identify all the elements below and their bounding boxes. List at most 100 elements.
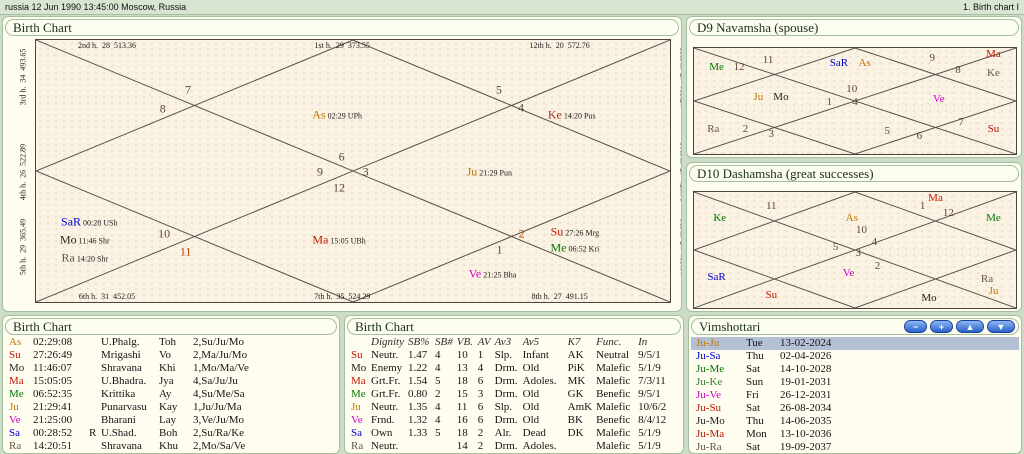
house-number: 7 — [185, 82, 192, 97]
detail-cell: Old — [522, 401, 540, 413]
position-cell: Bharani — [101, 414, 136, 426]
detail-cell: 6 — [477, 414, 484, 426]
dasha-label: Ju-Ju — [696, 337, 720, 349]
position-cell: Khi — [159, 362, 176, 374]
detail-cell: Drm. — [494, 375, 518, 387]
details-panel: Birth Chart Dignity SB% SB# VB. AV Av3 Av5 K7 Fu… — [344, 315, 684, 454]
planet-label: Ve — [842, 267, 855, 280]
position-cell — [87, 414, 99, 427]
dasha-row[interactable]: Ju-Ra Sat 19-09-2037 — [691, 441, 1019, 453]
detail-cell: 1.47 — [408, 349, 428, 361]
detail-cell: Adoles. — [522, 375, 557, 387]
dasha-row[interactable]: Ju-Mo Thu 14-06-2035 — [691, 415, 1019, 428]
planet-label: Mo 11:46 Shr — [59, 232, 110, 247]
detail-cell: 11 — [456, 401, 468, 413]
planet-label: Ma — [928, 191, 943, 204]
detail-cell: 1.22 — [408, 362, 428, 374]
detail-cell: Neutr. — [371, 401, 399, 413]
planet-name-cell: Ra — [351, 440, 364, 452]
planet-label: Su — [987, 122, 1000, 135]
table-row: Ve Frnd. 1.32 4 16 6 Drm. Old BK Benefic 8/4/12 — [349, 414, 678, 427]
planet-name-cell: Mo — [351, 362, 367, 374]
house-number: 3 — [362, 164, 369, 179]
details-header-cell: Av3 — [494, 336, 512, 348]
house-edge-label: 7th h. 35 524.29 — [314, 292, 371, 301]
house-number: 6 — [338, 149, 345, 164]
detail-cell: Drm. — [494, 414, 518, 426]
dasha-row[interactable]: Ju-Ke Sun 19-01-2031 — [691, 376, 1019, 389]
detail-cell: 1.32 — [408, 414, 428, 426]
planet-degrees: 21:25 Bha — [481, 270, 517, 280]
position-cell: 2,Mo/Sa/Ve — [193, 440, 246, 452]
house-number: 5 — [495, 82, 502, 97]
position-cell: 4,Su/Me/Sa — [193, 388, 245, 400]
detail-cell: Malefic — [596, 401, 631, 413]
dasha-date: 02-04-2026 — [780, 350, 832, 362]
planet-label: Me — [709, 61, 724, 74]
title-bar: russia 12 Jun 1990 13:45:00 Moscow, Russ… — [0, 0, 1024, 15]
detail-cell: Benefic — [596, 388, 631, 400]
positions-title: Birth Chart — [5, 318, 337, 335]
detail-cell: 2 — [477, 427, 484, 439]
zoom-in-button[interactable]: + — [930, 320, 953, 333]
dasha-row[interactable]: Ju-Me Sat 14-10-2028 — [691, 363, 1019, 376]
d10-chart: Ke 11 Ma 1 12 Me As 10 4 5 3 SaR Ve 2 Su Mo Ra Ju — [693, 191, 1017, 309]
detail-cell: 2 — [477, 440, 484, 452]
position-cell: Mrigashi — [101, 349, 141, 361]
planet-name-cell: Ve — [9, 414, 21, 426]
planet-name-cell: Ju — [351, 401, 361, 413]
detail-cell: Adoles. — [522, 440, 557, 452]
window-title: 1. Birth chart I — [962, 2, 1019, 12]
dasha-row[interactable]: Ju-Ve Fri 26-12-2031 — [691, 389, 1019, 402]
planet-label: Ju 21:29 Pun — [466, 164, 512, 179]
detail-cell: 18 — [456, 375, 468, 387]
planet-label: As — [845, 211, 858, 224]
position-cell: 06:52:35 — [33, 388, 73, 400]
detail-cell: 5/1/9 — [638, 427, 661, 439]
position-cell: 1,Ju/Ju/Ma — [193, 401, 242, 413]
detail-cell: 10 — [456, 349, 468, 361]
position-cell — [87, 375, 99, 388]
table-row: Su 27:26:49 Mrigashi Vo 2,Ma/Ju/Mo — [7, 349, 331, 362]
detail-cell: Malefic — [596, 440, 631, 452]
chart-datetime-location: russia 12 Jun 1990 13:45:00 Moscow, Russ… — [5, 2, 187, 12]
birth-chart-panel: Birth Chart 7 8 5 4 6 9 3 12 10 11 2 1 As 02:29 UPh K… — [2, 16, 682, 312]
detail-cell: Neutral — [596, 349, 630, 361]
dasha-row[interactable]: Ju-Sa Thu 02-04-2026 — [691, 350, 1019, 363]
house-number: 10 — [846, 83, 858, 96]
position-cell: Kay — [159, 401, 178, 413]
planet-name-cell: Ju — [9, 401, 19, 413]
dasha-row[interactable]: Ju-Su Sat 26-08-2034 — [691, 402, 1019, 415]
planet-degrees: 02:29 UPh — [325, 111, 363, 121]
planet-label: Ra 14:20 Shr — [61, 250, 109, 265]
position-cell: Vo — [159, 349, 172, 361]
position-cell: Toh — [159, 336, 176, 348]
planet-label: SaR — [829, 56, 849, 69]
details-header-cell: VB. — [456, 336, 473, 348]
table-row: Sa Own 1.33 5 18 2 Alr. Dead DK Malefic 5/1/9 — [349, 427, 678, 440]
vimshottari-title: Vimshottari − + ▲ ▼ — [691, 318, 1019, 335]
planet-degrees: 27:26 Mrg — [563, 228, 600, 238]
detail-cell: Slp. — [494, 349, 513, 361]
dasha-row[interactable]: Ju-Ju Tue 13-02-2024 — [691, 337, 1019, 350]
down-arrow-button[interactable]: ▼ — [987, 320, 1015, 333]
dasha-row[interactable]: Ju-Ma Mon 13-10-2036 — [691, 428, 1019, 441]
planet-name-cell: Su — [9, 349, 21, 361]
detail-cell: 9/5/1 — [638, 349, 661, 361]
house-number: 11 — [762, 53, 774, 66]
detail-cell: Infant — [522, 349, 549, 361]
details-header-row: Dignity SB% SB# VB. AV Av3 Av5 K7 Func. In — [349, 336, 678, 349]
detail-cell: Grt.Fr. — [371, 388, 401, 400]
details-header-cell: AV — [477, 336, 491, 348]
up-arrow-button[interactable]: ▲ — [956, 320, 984, 333]
position-cell: 11:46:07 — [33, 362, 72, 374]
house-edge-label: 12th h. 20 572.76 — [529, 41, 590, 50]
house-edge-label: 1st h. 29 373.55 — [314, 41, 370, 50]
detail-cell: 8/4/12 — [638, 414, 667, 426]
zoom-out-button[interactable]: − — [904, 320, 927, 333]
position-cell: Khu — [159, 440, 178, 452]
details-header-cell — [349, 336, 369, 349]
details-header-cell: SB% — [408, 336, 430, 348]
planet-label: Ra — [707, 122, 720, 135]
house-number: 1 — [496, 242, 503, 257]
